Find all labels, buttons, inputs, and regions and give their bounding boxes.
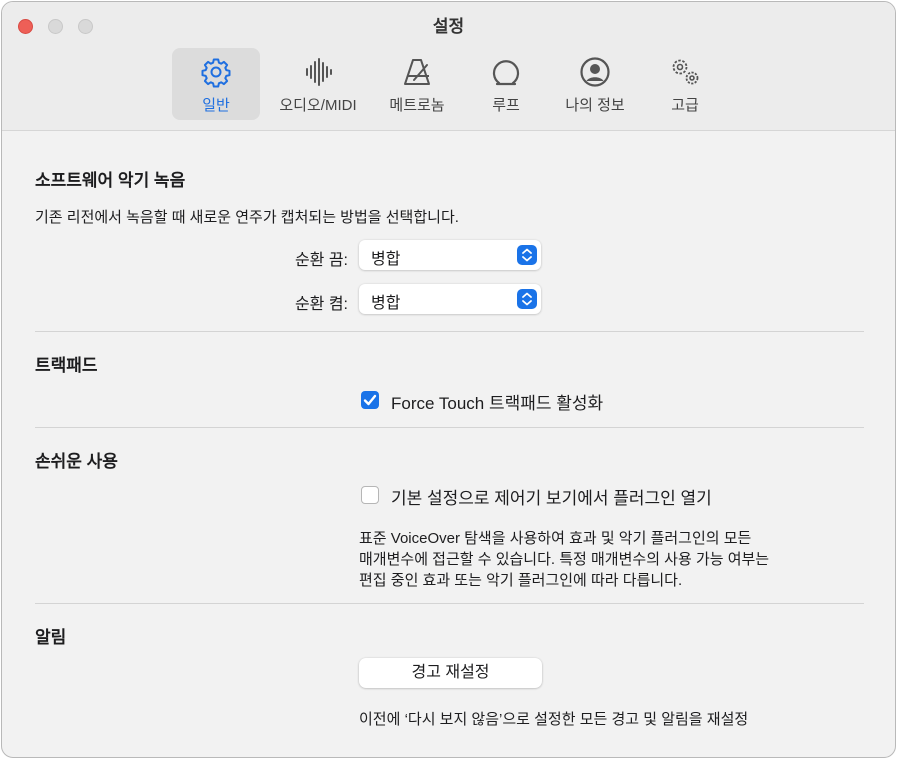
tab-general[interactable]: 일반 xyxy=(172,48,260,120)
tab-my-info[interactable]: 나의 정보 xyxy=(551,48,639,120)
tab-label: 고급 xyxy=(671,97,699,114)
tab-label: 나의 정보 xyxy=(565,97,625,114)
reset-warnings-button[interactable]: 경고 재설정 xyxy=(359,658,542,688)
general-pane: 소프트웨어 악기 녹음 기존 리전에서 녹음할 때 새로운 연주가 캡처되는 방… xyxy=(2,131,895,757)
metronome-icon xyxy=(404,59,430,85)
tab-loops[interactable]: 루프 xyxy=(466,48,546,120)
accessibility-description: 편집 중인 효과 또는 악기 플러그인에 따라 다릅니다. xyxy=(359,572,683,589)
settings-window: 설정 일반 오디오/MIDI 메트로놈 루프 나의 정보 고급 소프트웨어 악기… xyxy=(1,1,896,758)
section-heading-alerts: 알림 xyxy=(35,628,67,647)
gear-icon xyxy=(201,58,231,88)
checkmark-icon xyxy=(363,394,377,406)
open-plugins-checkbox[interactable] xyxy=(361,486,379,504)
cycle-off-popup[interactable]: 병합 xyxy=(359,240,541,270)
force-touch-checkbox[interactable] xyxy=(361,391,379,409)
tab-label: 루프 xyxy=(492,97,520,114)
force-touch-label[interactable]: Force Touch 트랙패드 활성화 xyxy=(391,389,603,414)
popup-value: 병합 xyxy=(371,295,401,312)
open-plugins-label[interactable]: 기본 설정으로 제어기 보기에서 플러그인 열기 xyxy=(391,484,712,509)
accessibility-description: 표준 VoiceOver 탐색을 사용하여 효과 및 악기 플러그인의 모든 xyxy=(359,530,752,547)
chevron-updown-icon xyxy=(517,289,537,309)
section-heading-recording: 소프트웨어 악기 녹음 xyxy=(35,171,186,190)
cycle-on-label: 순환 켬: xyxy=(294,296,348,313)
reset-warnings-description: 이전에 ‘다시 보지 않음’으로 설정한 모든 경고 및 알림을 재설정 xyxy=(359,711,749,728)
section-heading-accessibility: 손쉬운 사용 xyxy=(35,452,118,471)
tab-label: 메트로놈 xyxy=(389,97,445,114)
tab-metronome[interactable]: 메트로놈 xyxy=(374,48,460,120)
tab-advanced[interactable]: 고급 xyxy=(645,48,725,120)
recording-description: 기존 리전에서 녹음할 때 새로운 연주가 캡처되는 방법을 선택합니다. xyxy=(35,209,459,226)
section-divider xyxy=(35,603,864,604)
section-divider xyxy=(35,331,864,332)
loop-icon xyxy=(492,60,520,86)
person-circle-icon xyxy=(580,57,610,87)
gears-icon xyxy=(672,59,699,85)
cycle-off-label: 순환 끔: xyxy=(294,252,348,269)
popup-value: 병합 xyxy=(371,251,401,268)
waveform-icon xyxy=(306,58,332,86)
tab-label: 오디오/MIDI xyxy=(279,97,357,114)
section-divider xyxy=(35,427,864,428)
section-heading-trackpad: 트랙패드 xyxy=(35,356,98,375)
window-title: 설정 xyxy=(432,17,465,36)
tab-label: 일반 xyxy=(202,97,230,114)
toolbar: 설정 일반 오디오/MIDI 메트로놈 루프 나의 정보 고급 xyxy=(2,2,895,131)
tab-audio-midi[interactable]: 오디오/MIDI xyxy=(268,48,368,120)
accessibility-description: 매개변수에 접근할 수 있습니다. 특정 매개변수의 사용 가능 여부는 xyxy=(359,551,770,568)
cycle-on-popup[interactable]: 병합 xyxy=(359,284,541,314)
chevron-updown-icon xyxy=(517,245,537,265)
